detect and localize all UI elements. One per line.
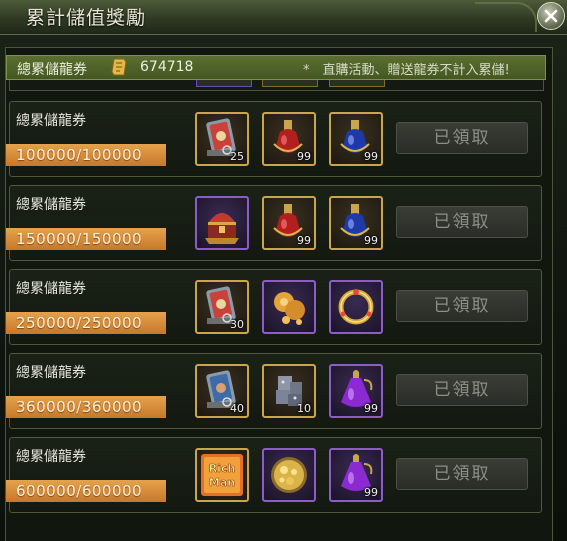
reward-item-slot[interactable]: 30	[195, 280, 249, 334]
dragon-ticket-icon	[111, 58, 127, 76]
item-quantity: 30	[230, 318, 244, 331]
gold-pouch-icon	[274, 292, 305, 325]
title-ornament	[475, 2, 537, 32]
item-quantity: 25	[230, 150, 244, 163]
claimed-button[interactable]: 已領取	[396, 374, 528, 406]
close-icon	[544, 9, 558, 23]
row-title: 總累儲龍券	[16, 365, 86, 381]
item-quantity: 99	[364, 234, 378, 247]
reward-row: 總累儲龍券 100000/100000 25 99 99 已領取	[6, 101, 542, 177]
title-bar: 累計儲值獎勵	[0, 0, 567, 35]
rich-man-logo-text: Rich	[209, 462, 236, 475]
row-title: 總累儲龍券	[16, 281, 86, 297]
reward-item-slot[interactable]: 99	[329, 196, 383, 250]
window-title: 累計儲值獎勵	[26, 7, 147, 29]
progress-badge: 100000/100000	[6, 144, 166, 166]
row-title: 總累儲龍券	[16, 113, 86, 129]
rich-man-card-icon: Rich Man	[201, 454, 243, 496]
item-quantity: 99	[364, 486, 378, 499]
summary-value: 674718	[140, 59, 194, 75]
item-quantity: 99	[364, 402, 378, 415]
reward-window: 累計儲值獎勵 總累儲龍券 674718 * 直購活動、贈送龍券不計入累儲! 總累…	[0, 0, 567, 541]
reward-item-slot[interactable]: 99	[329, 448, 383, 502]
item-quantity: 99	[297, 234, 311, 247]
progress-badge: 600000/600000	[6, 480, 166, 502]
treasure-chest-icon	[205, 213, 239, 244]
item-quantity: 10	[297, 402, 311, 415]
claimed-button[interactable]: 已領取	[396, 122, 528, 154]
reward-item-slot[interactable]: 99	[329, 112, 383, 166]
reward-item-slot[interactable]	[262, 448, 316, 502]
row-title: 總累儲龍券	[16, 197, 86, 213]
previous-row-partial	[9, 80, 544, 91]
claimed-button[interactable]: 已領取	[396, 206, 528, 238]
gold-coins-orb-icon	[271, 457, 307, 493]
gold-ring-icon	[338, 289, 374, 325]
item-quantity: 40	[230, 402, 244, 415]
reward-item-slot[interactable]: Rich Man	[195, 448, 249, 502]
reward-item-slot[interactable]: 99	[262, 112, 316, 166]
reward-item-slot[interactable]	[262, 280, 316, 334]
reward-item-slot[interactable]: 99	[329, 364, 383, 418]
claimed-button[interactable]: 已領取	[396, 458, 528, 490]
reward-row: 總累儲龍券 600000/600000 Rich Man 99 已領取	[6, 437, 542, 513]
close-button[interactable]	[537, 2, 565, 30]
item-quantity: 99	[297, 150, 311, 163]
reward-row: 總累儲龍券 360000/360000 40 10 99 已領取	[6, 353, 542, 429]
item-quantity: 99	[364, 150, 378, 163]
svg-text:Man: Man	[209, 476, 235, 489]
reward-item-slot[interactable]: 25	[195, 112, 249, 166]
progress-badge: 360000/360000	[6, 396, 166, 418]
summary-label: 總累儲龍券	[17, 62, 87, 78]
row-title: 總累儲龍券	[16, 449, 86, 465]
progress-badge: 250000/250000	[6, 312, 166, 334]
reward-row: 總累儲龍券 250000/250000 30 已領取	[6, 269, 542, 345]
reward-item-slot[interactable]: 99	[262, 196, 316, 250]
reward-item-slot[interactable]: 40	[195, 364, 249, 418]
total-recharge-summary: 總累儲龍券 674718 * 直購活動、贈送龍券不計入累儲!	[6, 55, 546, 80]
reward-row: 總累儲龍券 150000/150000 99 99 已領取	[6, 185, 542, 261]
reward-item-slot[interactable]	[195, 196, 249, 250]
reward-item-slot[interactable]	[329, 280, 383, 334]
progress-badge: 150000/150000	[6, 228, 166, 250]
claimed-button[interactable]: 已領取	[396, 290, 528, 322]
summary-note: * 直購活動、贈送龍券不計入累儲!	[303, 63, 510, 78]
reward-item-slot[interactable]: 10	[262, 364, 316, 418]
